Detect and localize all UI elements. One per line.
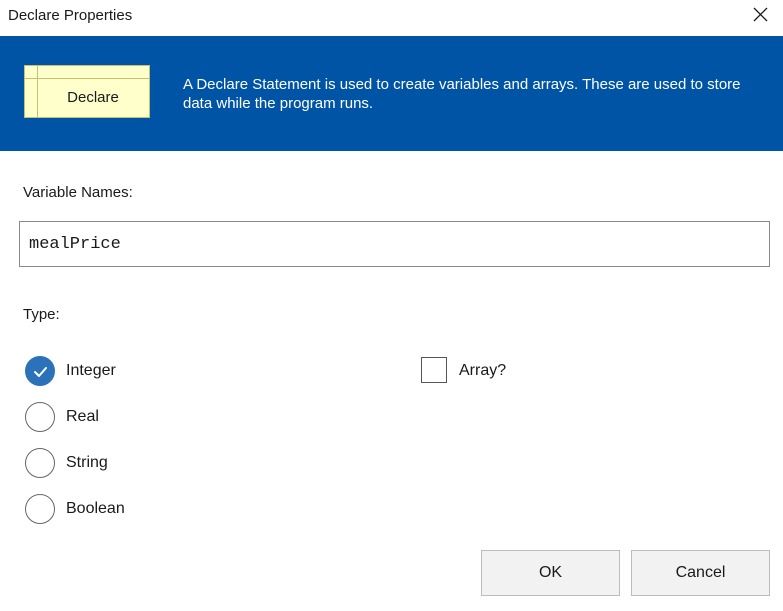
checkbox-box xyxy=(421,357,447,383)
radio-boolean[interactable]: Boolean xyxy=(25,494,225,526)
ok-button[interactable]: OK xyxy=(481,550,620,596)
close-icon xyxy=(753,7,768,22)
checkmark-icon xyxy=(34,367,47,377)
radio-boolean-label: Boolean xyxy=(66,500,125,517)
radio-real-label: Real xyxy=(66,408,99,425)
array-checkbox-label: Array? xyxy=(459,362,507,379)
radio-integer[interactable]: Integer xyxy=(25,356,225,388)
radio-indicator xyxy=(25,402,55,432)
variable-names-label: Variable Names: xyxy=(23,184,133,201)
banner-description: A Declare Statement is used to create va… xyxy=(183,76,741,112)
radio-indicator xyxy=(25,448,55,478)
window-title: Declare Properties xyxy=(8,7,133,24)
cancel-button[interactable]: Cancel xyxy=(631,550,770,596)
radio-indicator xyxy=(25,494,55,524)
radio-real[interactable]: Real xyxy=(25,402,225,434)
radio-string[interactable]: String xyxy=(25,448,225,480)
declare-shape-icon: Declare xyxy=(24,65,150,118)
radio-integer-label: Integer xyxy=(66,362,116,379)
close-button[interactable] xyxy=(737,0,783,32)
type-label: Type: xyxy=(23,306,60,323)
variable-names-input[interactable] xyxy=(19,221,770,267)
radio-string-label: String xyxy=(66,454,108,471)
radio-indicator xyxy=(25,356,55,386)
array-checkbox[interactable]: Array? xyxy=(421,357,541,384)
declare-shape-label: Declare xyxy=(67,89,119,106)
title-bar: Declare Properties xyxy=(0,0,783,36)
